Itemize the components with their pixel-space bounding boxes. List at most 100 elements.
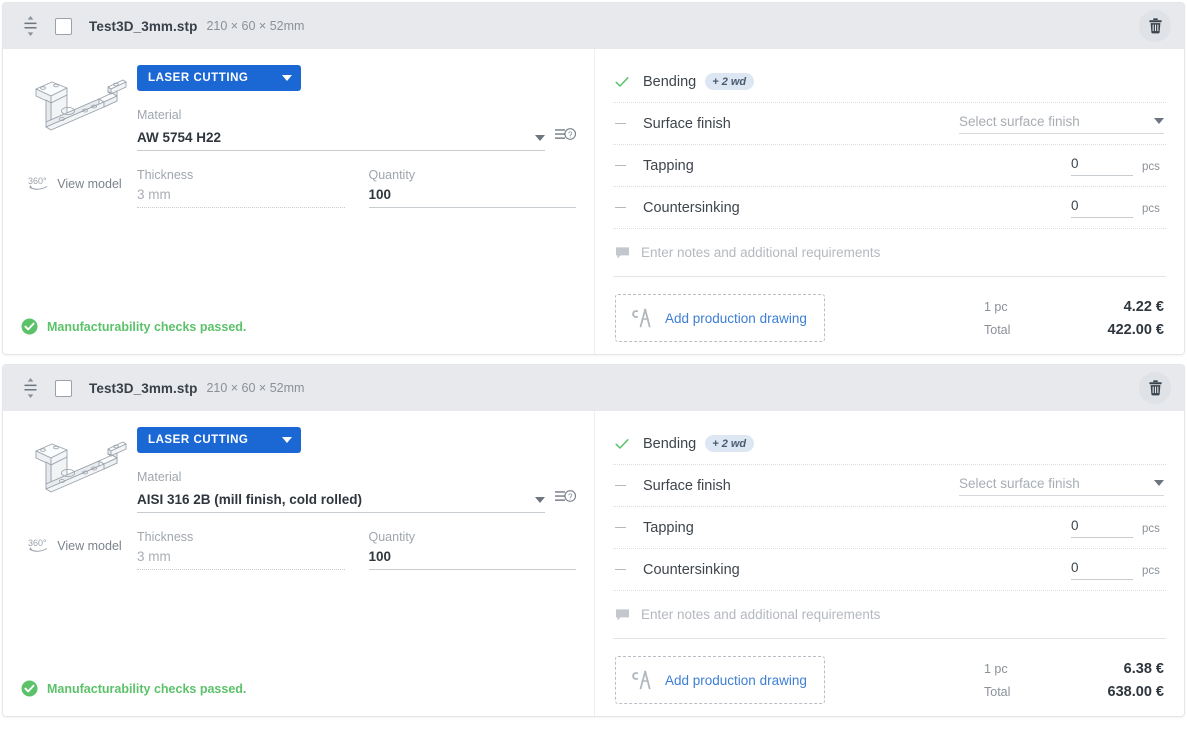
unit-price-label: 1 pc (984, 299, 1008, 314)
notes-field[interactable]: Enter notes and additional requirements (613, 229, 1166, 277)
compass-drafting-icon (632, 670, 651, 690)
notes-field[interactable]: Enter notes and additional requirements (613, 591, 1166, 639)
manufacturability-text: Manufacturability checks passed. (47, 681, 247, 696)
tapping-quantity-input[interactable]: 0 (1071, 518, 1133, 538)
part-dimensions: 210 × 60 × 52mm (206, 381, 305, 395)
dash-icon (615, 484, 643, 487)
part-filename: Test3D_3mm.stp (89, 380, 198, 396)
countersinking-quantity-input[interactable]: 0 (1071, 560, 1133, 580)
tapping-quantity-input[interactable]: 0 (1071, 156, 1133, 176)
quantity-field: Quantity 100 (368, 168, 576, 208)
chevron-down-icon (1154, 118, 1164, 124)
chevron-down-icon (535, 496, 545, 503)
pricing: 1 pc 6.38 € Total 638.00 € (984, 661, 1164, 700)
part-card: Test3D_3mm.stp 210 × 60 × 52mm 360° View… (2, 364, 1185, 717)
part-card-body: 360° View model LASER CUTTING Material A… (3, 49, 1184, 354)
operation-row-surface-finish[interactable]: Surface finish Select surface finish (613, 465, 1166, 507)
quantity-input[interactable]: 100 (368, 187, 576, 208)
3d-bracket-model[interactable] (22, 65, 128, 161)
material-select[interactable]: AW 5754 H22 (137, 130, 545, 151)
add-production-drawing-label: Add production drawing (665, 310, 807, 326)
checkbox-unchecked-icon[interactable] (55, 379, 72, 397)
chevron-down-icon (535, 134, 545, 141)
operation-row-tapping[interactable]: Tapping 0 pcs (613, 507, 1166, 549)
process-select-button[interactable]: LASER CUTTING (137, 427, 301, 453)
3d-bracket-model[interactable] (22, 427, 128, 523)
operation-row-bending[interactable]: Bending + 2 wd (613, 423, 1166, 465)
operation-name: Bending (643, 435, 697, 452)
view-model-button[interactable]: 360° View model (28, 537, 121, 554)
material-select[interactable]: AISI 316 2B (mill finish, cold rolled) (137, 492, 545, 513)
svg-text:360°: 360° (28, 176, 47, 186)
thickness-field: Thickness 3 mm (137, 168, 345, 208)
dash-icon (615, 526, 643, 529)
countersinking-quantity-input[interactable]: 0 (1071, 198, 1133, 218)
process-select-button[interactable]: LASER CUTTING (137, 65, 301, 91)
dash-icon (615, 164, 643, 167)
thickness-value: 3 mm (137, 187, 345, 208)
part-dimensions: 210 × 60 × 52mm (206, 19, 305, 33)
checkbox-unchecked-icon[interactable] (55, 17, 72, 35)
operation-name: Bending (643, 73, 697, 90)
unit-price-value: 4.22 € (1123, 298, 1164, 315)
add-production-drawing-button[interactable]: Add production drawing (615, 294, 825, 342)
part-fields: LASER CUTTING Material AW 5754 H22 ? Thi… (137, 65, 594, 208)
material-value: AISI 316 2B (mill finish, cold rolled) (137, 492, 363, 507)
check-icon (615, 76, 643, 88)
tapping-unit: pcs (1142, 522, 1160, 535)
operation-row-countersinking[interactable]: Countersinking 0 pcs (613, 549, 1166, 591)
material-info-icon[interactable]: ? (555, 489, 577, 509)
add-production-drawing-button[interactable]: Add production drawing (615, 656, 825, 704)
unit-price-label: 1 pc (984, 661, 1008, 676)
svg-text:?: ? (568, 492, 573, 501)
lead-time-badge: + 2 wd (705, 435, 755, 452)
operation-row-bending[interactable]: Bending + 2 wd (613, 61, 1166, 103)
part-card: Test3D_3mm.stp 210 × 60 × 52mm 360° View… (2, 2, 1185, 355)
part-fields: LASER CUTTING Material AISI 316 2B (mill… (137, 427, 594, 570)
surface-finish-placeholder: Select surface finish (959, 475, 1080, 491)
operation-name: Tapping (643, 519, 694, 536)
thickness-label: Thickness (137, 168, 194, 182)
svg-text:?: ? (568, 130, 573, 139)
view-model-label: View model (57, 176, 122, 191)
model-preview: 360° View model (19, 65, 131, 192)
quantity-field: Quantity 100 (368, 530, 576, 570)
surface-finish-select[interactable]: Select surface finish (959, 114, 1164, 134)
drag-handle-icon[interactable] (19, 376, 41, 400)
operation-row-tapping[interactable]: Tapping 0 pcs (613, 145, 1166, 187)
part-card-body: 360° View model LASER CUTTING Material A… (3, 411, 1184, 716)
drag-handle-icon[interactable] (19, 14, 41, 38)
surface-finish-select[interactable]: Select surface finish (959, 476, 1164, 496)
dash-icon (615, 206, 643, 209)
operation-row-surface-finish[interactable]: Surface finish Select surface finish (613, 103, 1166, 145)
view-model-button[interactable]: 360° View model (28, 175, 121, 192)
dash-icon (615, 568, 643, 571)
add-production-drawing-label: Add production drawing (665, 672, 807, 688)
delete-part-button[interactable] (1139, 372, 1171, 404)
quantity-input[interactable]: 100 (368, 549, 576, 570)
operation-name: Surface finish (643, 477, 731, 494)
rotate-360-icon: 360° (28, 176, 48, 190)
part-card-header: Test3D_3mm.stp 210 × 60 × 52mm (3, 365, 1184, 411)
rotate-360-icon: 360° (28, 538, 48, 552)
total-price-value: 638.00 € (1107, 683, 1164, 700)
delete-part-button[interactable] (1139, 10, 1171, 42)
operation-name: Surface finish (643, 115, 731, 132)
check-icon (615, 438, 643, 450)
material-info-icon[interactable]: ? (555, 127, 577, 147)
material-field: Material AISI 316 2B (mill finish, cold … (137, 470, 577, 513)
total-price-label: Total (984, 322, 1011, 337)
svg-text:360°: 360° (28, 538, 47, 548)
surface-finish-placeholder: Select surface finish (959, 113, 1080, 129)
tapping-unit: pcs (1142, 160, 1160, 173)
material-field: Material AW 5754 H22 ? (137, 108, 577, 151)
model-preview: 360° View model (19, 427, 131, 554)
operation-name: Countersinking (643, 561, 740, 578)
operation-name: Countersinking (643, 199, 740, 216)
manufacturability-status: Manufacturability checks passed. (21, 318, 246, 335)
part-left-pane: 360° View model LASER CUTTING Material A… (3, 49, 595, 354)
part-right-pane: Bending + 2 wd Surface finish Select sur… (595, 411, 1184, 716)
operation-row-countersinking[interactable]: Countersinking 0 pcs (613, 187, 1166, 229)
part-card-header: Test3D_3mm.stp 210 × 60 × 52mm (3, 3, 1184, 49)
part-left-pane: 360° View model LASER CUTTING Material A… (3, 411, 595, 716)
